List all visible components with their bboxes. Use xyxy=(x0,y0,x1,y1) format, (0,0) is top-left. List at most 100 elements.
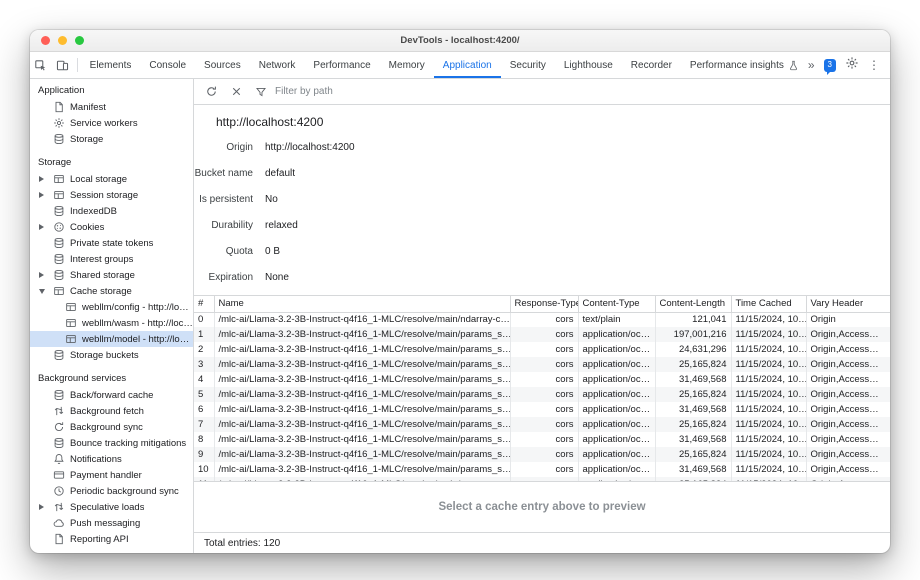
minimize-button[interactable] xyxy=(58,36,67,45)
table-row[interactable]: 6/mlc-ai/Llama-3.2-3B-Instruct-q4f16_1-M… xyxy=(194,402,890,417)
sidebar-item-storage-buckets[interactable]: Storage buckets xyxy=(30,347,193,363)
sidebar-item-label: webllm/config - http://loc… xyxy=(82,302,193,313)
tab-sources[interactable]: Sources xyxy=(195,52,250,78)
sidebar-item-label: webllm/wasm - http://loca… xyxy=(82,318,193,329)
table-cell: Origin,Access… xyxy=(806,432,890,447)
table-icon xyxy=(53,285,65,297)
table-cell: 24,631,296 xyxy=(655,342,731,357)
messages-badge[interactable]: 3 xyxy=(824,59,836,72)
sidebar-item-periodic-background-sync[interactable]: Periodic background sync xyxy=(30,483,193,499)
sidebar-item-session-storage[interactable]: Session storage xyxy=(30,187,193,203)
table-row[interactable]: 5/mlc-ai/Llama-3.2-3B-Instruct-q4f16_1-M… xyxy=(194,387,890,402)
column-header[interactable]: Vary Header xyxy=(806,296,890,312)
table-row[interactable]: 1/mlc-ai/Llama-3.2-3B-Instruct-q4f16_1-M… xyxy=(194,327,890,342)
table-cell: /mlc-ai/Llama-3.2-3B-Instruct-q4f16_1-ML… xyxy=(214,387,510,402)
card-icon xyxy=(53,469,65,481)
table-row[interactable]: 8/mlc-ai/Llama-3.2-3B-Instruct-q4f16_1-M… xyxy=(194,432,890,447)
column-header[interactable]: Time Cached xyxy=(731,296,806,312)
column-header[interactable]: # xyxy=(194,296,214,312)
tab-performance[interactable]: Performance xyxy=(304,52,379,78)
column-header[interactable]: Content-Type xyxy=(578,296,655,312)
table-cell: 4 xyxy=(194,372,214,387)
table-row[interactable]: 4/mlc-ai/Llama-3.2-3B-Instruct-q4f16_1-M… xyxy=(194,372,890,387)
table-cell: Origin xyxy=(806,312,890,327)
delete-selected-button[interactable] xyxy=(225,82,247,102)
tab-application[interactable]: Application xyxy=(434,52,501,78)
more-tabs-chevron-icon[interactable]: » xyxy=(808,58,815,72)
sidebar-item-service-workers[interactable]: Service workers xyxy=(30,115,193,131)
sidebar-item-notifications[interactable]: Notifications xyxy=(30,451,193,467)
expander-chevron-icon[interactable] xyxy=(39,289,45,294)
table-cell: 25,165,824 xyxy=(655,387,731,402)
column-header[interactable]: Name xyxy=(214,296,510,312)
sidebar-item-cache-storage[interactable]: Cache storage xyxy=(30,283,193,299)
inspect-element-button[interactable] xyxy=(30,52,52,78)
device-toolbar-button[interactable] xyxy=(52,52,74,78)
table-cell: /mlc-ai/Llama-3.2-3B-Instruct-q4f16_1-ML… xyxy=(214,357,510,372)
sidebar-item-label: webllm/model - http://loc… xyxy=(82,334,193,345)
tab-security[interactable]: Security xyxy=(501,52,555,78)
tab-elements[interactable]: Elements xyxy=(81,52,141,78)
tab-label: Elements xyxy=(90,60,132,71)
sidebar-section-storage: Storage xyxy=(30,154,193,171)
table-cell: 31,469,568 xyxy=(655,372,731,387)
expander-chevron-icon[interactable] xyxy=(39,192,44,198)
sidebar-item-local-storage[interactable]: Local storage xyxy=(30,171,193,187)
expander-chevron-icon[interactable] xyxy=(39,224,44,230)
table-cell: application/oc… xyxy=(578,432,655,447)
sidebar-item-label: Payment handler xyxy=(70,470,142,481)
tab-memory[interactable]: Memory xyxy=(380,52,434,78)
database-icon xyxy=(53,133,65,145)
database-icon xyxy=(53,269,65,281)
filter-button[interactable] xyxy=(250,82,272,102)
tab-network[interactable]: Network xyxy=(250,52,305,78)
traffic-lights xyxy=(41,30,84,51)
sidebar-item-back-forward-cache[interactable]: Back/forward cache xyxy=(30,387,193,403)
sidebar-item-push-messaging[interactable]: Push messaging xyxy=(30,515,193,531)
close-button[interactable] xyxy=(41,36,50,45)
zoom-button[interactable] xyxy=(75,36,84,45)
table-row[interactable]: 7/mlc-ai/Llama-3.2-3B-Instruct-q4f16_1-M… xyxy=(194,417,890,432)
expander-chevron-icon[interactable] xyxy=(39,272,44,278)
table-row[interactable]: 9/mlc-ai/Llama-3.2-3B-Instruct-q4f16_1-M… xyxy=(194,447,890,462)
sidebar-item-bounce-tracking-mitigations[interactable]: Bounce tracking mitigations xyxy=(30,435,193,451)
settings-button[interactable] xyxy=(845,56,859,75)
table-cell: /mlc-ai/Llama-3.2-3B-Instruct-q4f16_1-ML… xyxy=(214,447,510,462)
tab-lighthouse[interactable]: Lighthouse xyxy=(555,52,622,78)
table-row[interactable]: 2/mlc-ai/Llama-3.2-3B-Instruct-q4f16_1-M… xyxy=(194,342,890,357)
sidebar-item-private-state-tokens[interactable]: Private state tokens xyxy=(30,235,193,251)
sidebar-item-background-fetch[interactable]: Background fetch xyxy=(30,403,193,419)
sidebar-item-interest-groups[interactable]: Interest groups xyxy=(30,251,193,267)
sidebar-item-label: Background fetch xyxy=(70,406,144,417)
table-cell: cors xyxy=(510,372,578,387)
sidebar-item-label: Periodic background sync xyxy=(70,486,179,497)
sidebar-item-webllm-wasm[interactable]: webllm/wasm - http://loca… xyxy=(30,315,193,331)
sidebar-item-background-sync[interactable]: Background sync xyxy=(30,419,193,435)
sidebar-item-storage[interactable]: Storage xyxy=(30,131,193,147)
table-cell: cors xyxy=(510,327,578,342)
tab-performance-insights[interactable]: Performance insights xyxy=(681,52,808,78)
sidebar-item-cookies[interactable]: Cookies xyxy=(30,219,193,235)
table-row[interactable]: 3/mlc-ai/Llama-3.2-3B-Instruct-q4f16_1-M… xyxy=(194,357,890,372)
sidebar-item-label: Reporting API xyxy=(70,534,129,545)
sidebar-item-payment-handler[interactable]: Payment handler xyxy=(30,467,193,483)
sidebar-item-webllm-model[interactable]: webllm/model - http://loc… xyxy=(30,331,193,347)
column-header[interactable]: Content-Length xyxy=(655,296,731,312)
sidebar-item-webllm-config[interactable]: webllm/config - http://loc… xyxy=(30,299,193,315)
filter-by-path-input[interactable] xyxy=(275,86,425,97)
tab-recorder[interactable]: Recorder xyxy=(622,52,681,78)
sidebar-item-speculative-loads[interactable]: Speculative loads xyxy=(30,499,193,515)
expander-chevron-icon[interactable] xyxy=(39,504,44,510)
table-row[interactable]: 0/mlc-ai/Llama-3.2-3B-Instruct-q4f16_1-M… xyxy=(194,312,890,327)
sidebar-item-reporting-api[interactable]: Reporting API xyxy=(30,531,193,547)
kebab-menu-icon[interactable]: ⋮ xyxy=(868,58,880,72)
refresh-button[interactable] xyxy=(200,82,222,102)
tab-console[interactable]: Console xyxy=(140,52,195,78)
column-header[interactable]: Response-Type xyxy=(510,296,578,312)
table-row[interactable]: 10/mlc-ai/Llama-3.2-3B-Instruct-q4f16_1-… xyxy=(194,462,890,477)
sidebar-item-manifest[interactable]: Manifest xyxy=(30,99,193,115)
sidebar-item-shared-storage[interactable]: Shared storage xyxy=(30,267,193,283)
sidebar-item-label: Storage buckets xyxy=(70,350,139,361)
expander-chevron-icon[interactable] xyxy=(39,176,44,182)
sidebar-item-indexeddb[interactable]: IndexedDB xyxy=(30,203,193,219)
